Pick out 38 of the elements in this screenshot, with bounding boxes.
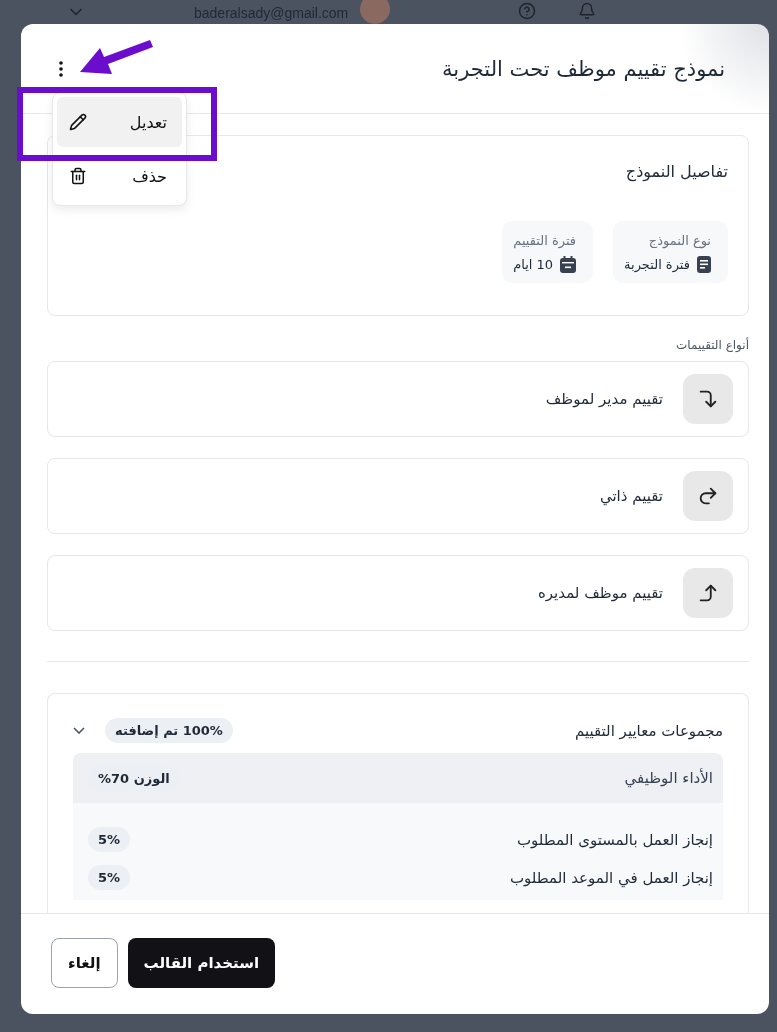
calendar-icon (560, 256, 577, 273)
chevron-down-icon (73, 727, 85, 734)
evaluation-type-label: تقييم ذاتي (599, 487, 663, 505)
corner-up-arrow-icon (697, 582, 719, 604)
evaluation-type-row[interactable]: تقييم موظف لمديره (47, 555, 749, 631)
help-icon[interactable] (518, 2, 537, 20)
card-title: تفاصيل النموذج (625, 162, 728, 181)
avatar[interactable] (360, 0, 391, 24)
corner-down-arrow-icon (697, 388, 719, 410)
weight-badge: 5% (88, 827, 131, 852)
evaluation-type-label: تقييم مدير لموظف (545, 390, 663, 408)
criterion-name: إنجاز العمل بالمستوى المطلوب (516, 830, 713, 849)
evaluation-type-label: تقييم موظف لمديره (538, 584, 663, 602)
document-icon (697, 256, 711, 273)
more-icon (59, 60, 63, 77)
dialog-title: نموذج تقييم موظف تحت التجربة (442, 56, 725, 81)
trash-icon (69, 167, 87, 185)
evaluation-type-row[interactable]: تقييم مدير لموظف (47, 361, 749, 437)
group-name: الأداء الوظيفي (624, 769, 713, 787)
field-value: 10 ايام (513, 257, 554, 272)
use-template-button[interactable]: استخدام القالب (127, 938, 276, 988)
section-label: أنواع التقييمات (675, 338, 749, 352)
evaluation-type-row[interactable]: تقييم ذاتي (47, 458, 749, 534)
criterion-name: إنجاز العمل في الموعد المطلوب (509, 868, 713, 887)
expand-toggle[interactable] (73, 727, 85, 734)
cancel-button[interactable]: إلغاء (51, 938, 118, 988)
weight-badge: 5% (88, 865, 131, 890)
menu-item[interactable]: حذف (57, 151, 182, 201)
criteria-title: مجموعات معايير التقييم (574, 721, 723, 740)
curved-right-arrow-icon (697, 485, 719, 507)
bell-icon[interactable] (578, 2, 597, 20)
field-label: فترة التقييم (513, 233, 577, 248)
menu-item[interactable]: تعديل (57, 97, 182, 147)
field-label: نوع النموذج (647, 233, 711, 248)
field-value: فترة التجربة (624, 257, 690, 272)
progress-badge: 100% تم إضافته (105, 718, 233, 743)
more-button[interactable] (59, 60, 63, 77)
pencil-icon (69, 113, 87, 131)
